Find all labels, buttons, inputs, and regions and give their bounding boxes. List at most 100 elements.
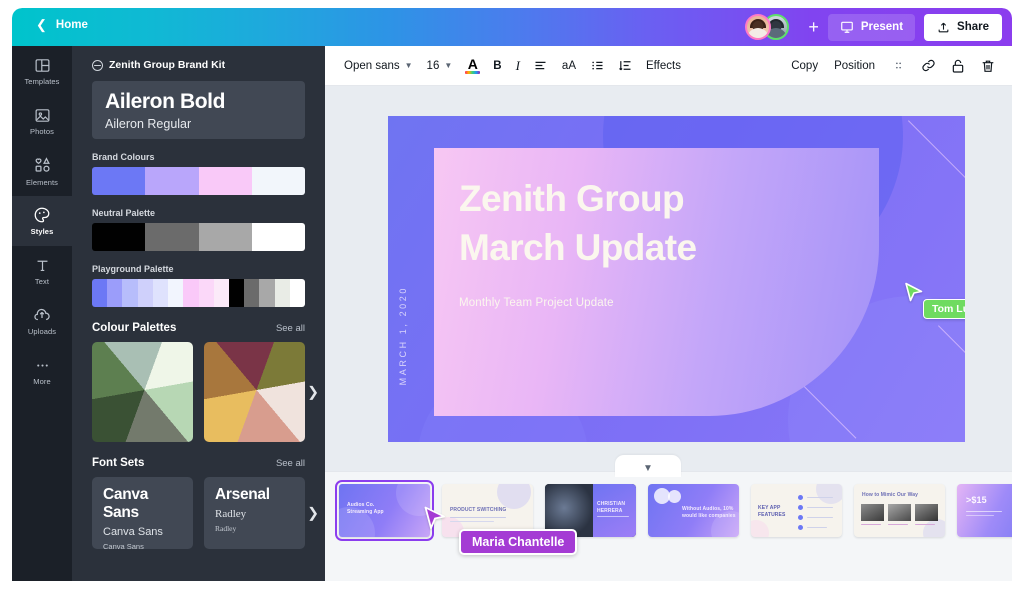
colour-swatch[interactable]: [259, 279, 274, 307]
colour-swatch[interactable]: [252, 223, 305, 251]
colour-swatch[interactable]: [290, 279, 305, 307]
colour-swatch[interactable]: [183, 279, 198, 307]
sidebar-item-label: Templates: [24, 77, 59, 86]
active-slide[interactable]: Zenith Group March Update Monthly Team P…: [388, 116, 965, 442]
neutral-palette-swatches[interactable]: [92, 223, 305, 251]
colour-swatch[interactable]: [252, 167, 305, 195]
add-member-button[interactable]: +: [808, 18, 819, 36]
playground-palette-label: Playground Palette: [92, 264, 305, 274]
colour-swatch[interactable]: [92, 279, 107, 307]
slide-thumbnail-1[interactable]: Audios Co. Streaming App: [339, 484, 430, 537]
home-button[interactable]: ❮ Home: [36, 18, 88, 31]
colour-swatch[interactable]: [92, 223, 145, 251]
effects-button[interactable]: Effects: [639, 52, 688, 80]
elements-icon: [33, 156, 52, 175]
colour-swatch[interactable]: [145, 223, 198, 251]
font-set-card[interactable]: Arsenal Radley Radley: [204, 477, 305, 549]
share-button[interactable]: Share: [924, 14, 1002, 41]
brand-colours-swatches[interactable]: [92, 167, 305, 195]
colour-swatch[interactable]: [214, 279, 229, 307]
playground-palette-swatches[interactable]: [92, 279, 305, 307]
sidebar-item-photos[interactable]: Photos: [12, 96, 72, 146]
colour-swatch[interactable]: [122, 279, 137, 307]
letter-case-button[interactable]: aA: [555, 52, 583, 80]
colour-swatch[interactable]: [199, 223, 252, 251]
copy-button[interactable]: Copy: [784, 52, 825, 80]
sidebar-item-label: Text: [35, 277, 49, 286]
colour-swatch[interactable]: [107, 279, 122, 307]
more-dots-icon: [34, 357, 51, 374]
link-button[interactable]: [914, 52, 942, 80]
sidebar-item-more[interactable]: More: [12, 346, 72, 396]
slide-subtitle[interactable]: Monthly Team Project Update: [459, 297, 614, 309]
colour-swatch[interactable]: [244, 279, 259, 307]
colour-swatch[interactable]: [199, 167, 252, 195]
bullet-dot: [798, 515, 803, 520]
lock-icon: [950, 58, 966, 74]
filmstrip-collapse-button[interactable]: ▼: [615, 455, 681, 477]
sidebar-item-uploads[interactable]: Uploads: [12, 296, 72, 346]
bullet-list-button[interactable]: [583, 52, 611, 80]
slide-thumbnail-7[interactable]: >$15: [957, 484, 1012, 537]
present-label: Present: [861, 21, 903, 33]
slide-title[interactable]: Zenith Group March Update: [459, 174, 859, 272]
chevron-right-icon[interactable]: ❯: [307, 505, 319, 522]
font-sets-see-all[interactable]: See all: [276, 458, 305, 469]
slide-thumbnail-4[interactable]: Without Audios, 10% would like companies: [648, 484, 739, 537]
lock-button[interactable]: [944, 52, 972, 80]
colour-palette-thumb[interactable]: [92, 342, 193, 442]
italic-button[interactable]: I: [509, 52, 527, 80]
sidebar-item-elements[interactable]: Elements: [12, 146, 72, 196]
thumbnail-line: [966, 511, 1002, 512]
slide-filmstrip: ▼ Audios Co. Streaming App PRODUCT SWITC…: [325, 471, 1012, 581]
thumbnail-line: [915, 524, 935, 525]
thumbnail-line: [450, 521, 494, 522]
slide-thumbnail-5[interactable]: KEY APP FEATURES: [751, 484, 842, 537]
share-upload-icon: [937, 21, 950, 34]
text-align-button[interactable]: [527, 52, 555, 80]
brand-kit-icon: [92, 60, 103, 71]
font-set-line3: Canva Sans: [103, 542, 182, 551]
slide-thumbnail-6[interactable]: How to Mimic Our Way: [854, 484, 945, 537]
font-color-button[interactable]: A: [459, 58, 486, 74]
colour-swatch[interactable]: [138, 279, 153, 307]
position-button[interactable]: Position: [827, 52, 882, 80]
sidebar-item-templates[interactable]: Templates: [12, 46, 72, 96]
share-label: Share: [957, 21, 989, 33]
colour-palettes-header: Colour Palettes See all: [92, 322, 305, 334]
colour-swatch[interactable]: [275, 279, 290, 307]
sidebar-item-styles[interactable]: Styles: [12, 196, 72, 246]
bold-button[interactable]: B: [486, 52, 508, 80]
font-family-select[interactable]: Open sans ▼: [337, 52, 420, 80]
collaborator-cursor-tom-lu: [904, 282, 924, 304]
colour-palette-thumb[interactable]: [204, 342, 305, 442]
colour-palettes-list: ❯: [92, 342, 305, 442]
colour-swatch[interactable]: [229, 279, 244, 307]
bold-label: B: [493, 60, 501, 72]
sidebar-item-text[interactable]: Text: [12, 246, 72, 296]
colour-swatch[interactable]: [199, 279, 214, 307]
drag-handle-button[interactable]: [884, 52, 912, 80]
colour-swatch[interactable]: [153, 279, 168, 307]
colour-swatch[interactable]: [145, 167, 198, 195]
font-set-line2: Radley: [215, 508, 294, 520]
brand-font-preview[interactable]: Aileron Bold Aileron Regular: [92, 81, 305, 139]
font-set-line3: Radley: [215, 524, 294, 533]
slide-date[interactable]: MARCH 1, 2020: [398, 286, 408, 385]
font-set-card[interactable]: Canva Sans Canva Sans Canva Sans: [92, 477, 193, 549]
thumbnail-line: [807, 497, 833, 498]
avatar-body: [747, 28, 769, 40]
present-button[interactable]: Present: [828, 14, 915, 41]
font-color-swatch: [465, 71, 480, 74]
collaborator-cursor-maria-chantelle: [423, 506, 447, 532]
colour-swatch[interactable]: [168, 279, 183, 307]
line-spacing-button[interactable]: [611, 52, 639, 80]
font-size-select[interactable]: 16 ▼: [420, 52, 460, 80]
colour-swatch[interactable]: [92, 167, 145, 195]
colour-palettes-see-all[interactable]: See all: [276, 323, 305, 334]
slide-thumbnail-title: Audios Co. Streaming App: [347, 502, 384, 516]
collaborator-avatars[interactable]: [745, 14, 797, 40]
chevron-right-icon[interactable]: ❯: [307, 384, 319, 401]
avatar[interactable]: [745, 14, 771, 40]
delete-button[interactable]: [974, 52, 1002, 80]
